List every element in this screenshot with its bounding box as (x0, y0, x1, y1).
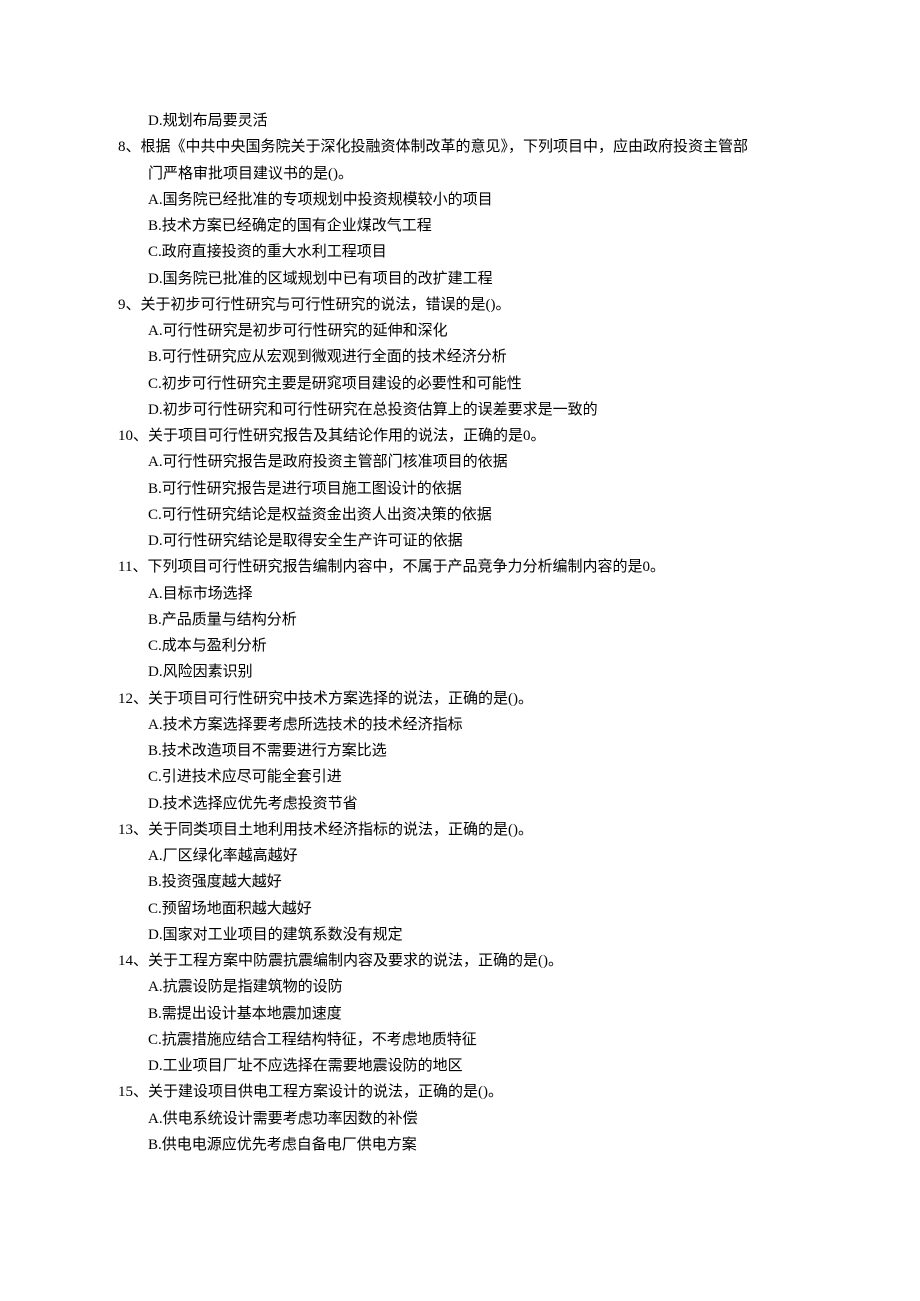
option-a: A.技术方案选择要考虑所选技术的技术经济指标 (118, 712, 802, 738)
question-number: 11、 (118, 559, 147, 575)
question-number: 10、 (118, 428, 148, 444)
question-9: 9、关于初步可行性研究与可行性研究的说法，错误的是()。 (118, 292, 802, 318)
question-11: 11、下列项目可行性研究报告编制内容中，不属于产品竞争力分析编制内容的是0。 (118, 554, 802, 580)
question-stem: 关于初步可行性研究与可行性研究的说法，错误的是()。 (141, 297, 511, 313)
option-d: D.国家对工业项目的建筑系数没有规定 (118, 922, 802, 948)
question-number: 8、 (118, 139, 141, 155)
option-c: C.政府直接投资的重大水利工程项目 (118, 239, 802, 265)
option-d: D.风险因素识别 (118, 659, 802, 685)
option-b: B.技术改造项目不需要进行方案比选 (118, 738, 802, 764)
question-10: 10、关于项目可行性研究报告及其结论作用的说法，正确的是0。 (118, 423, 802, 449)
question-12: 12、关于项目可行性研究中技术方案选择的说法，正确的是()。 (118, 686, 802, 712)
option-c: C.抗震措施应结合工程结构特征，不考虑地质特征 (118, 1027, 802, 1053)
option-a: A.厂区绿化率越高越好 (118, 843, 802, 869)
question-stem: 关于同类项目土地利用技术经济指标的说法，正确的是()。 (148, 822, 533, 838)
option-c: C.引进技术应尽可能全套引进 (118, 764, 802, 790)
option-c: C.预留场地面积越大越好 (118, 896, 802, 922)
option-b: B.技术方案已经确定的国有企业煤改气工程 (118, 213, 802, 239)
option-a: A.供电系统设计需要考虑功率因数的补偿 (118, 1106, 802, 1132)
question-number: 15、 (118, 1084, 148, 1100)
option-d: D.技术选择应优先考虑投资节省 (118, 791, 802, 817)
option-a: A.可行性研究报告是政府投资主管部门核准项目的依据 (118, 449, 802, 475)
question-number: 9、 (118, 297, 141, 313)
question-stem: 关于建设项目供电工程方案设计的说法，正确的是()。 (148, 1084, 503, 1100)
option-d: D.工业项目厂址不应选择在需要地震设防的地区 (118, 1053, 802, 1079)
option-d: D.可行性研究结论是取得安全生产许可证的依据 (118, 528, 802, 554)
question-8: 8、根据《中共中央国务院关于深化投融资体制改革的意见》，下列项目中，应由政府投资… (118, 134, 802, 160)
option-b: B.可行性研究应从宏观到微观进行全面的技术经济分析 (118, 344, 802, 370)
orphan-option-d: D.规划布局要灵活 (118, 108, 802, 134)
question-number: 13、 (118, 822, 148, 838)
question-stem: 关于项目可行性研究中技术方案选择的说法，正确的是()。 (148, 691, 533, 707)
question-13: 13、关于同类项目土地利用技术经济指标的说法，正确的是()。 (118, 817, 802, 843)
option-a: A.可行性研究是初步可行性研究的延伸和深化 (118, 318, 802, 344)
option-c: C.可行性研究结论是权益资金出资人出资决策的依据 (118, 502, 802, 528)
page-content: D.规划布局要灵活 8、根据《中共中央国务院关于深化投融资体制改革的意见》，下列… (0, 0, 920, 1301)
option-b: B.投资强度越大越好 (118, 869, 802, 895)
option-b: B.可行性研究报告是进行项目施工图设计的依据 (118, 476, 802, 502)
option-d: D.初步可行性研究和可行性研究在总投资估算上的误差要求是一致的 (118, 397, 802, 423)
question-15: 15、关于建设项目供电工程方案设计的说法，正确的是()。 (118, 1079, 802, 1105)
question-number: 12、 (118, 691, 148, 707)
question-stem: 关于工程方案中防震抗震编制内容及要求的说法，正确的是()。 (148, 953, 563, 969)
question-stem: 下列项目可行性研究报告编制内容中，不属于产品竞争力分析编制内容的是0。 (147, 559, 665, 575)
option-d: D.国务院已批准的区域规划中已有项目的改扩建工程 (118, 266, 802, 292)
question-number: 14、 (118, 953, 148, 969)
question-stem: 关于项目可行性研究报告及其结论作用的说法，正确的是0。 (148, 428, 546, 444)
option-b: B.产品质量与结构分析 (118, 607, 802, 633)
option-a: A.国务院已经批准的专项规划中投资规模较小的项目 (118, 187, 802, 213)
question-stem: 根据《中共中央国务院关于深化投融资体制改革的意见》，下列项目中，应由政府投资主管… (141, 139, 749, 155)
option-b: B.需提出设计基本地震加速度 (118, 1001, 802, 1027)
option-c: C.成本与盈利分析 (118, 633, 802, 659)
question-stem-continuation: 门严格审批项目建议书的是()。 (118, 161, 802, 187)
option-b: B.供电电源应优先考虑自备电厂供电方案 (118, 1132, 802, 1158)
option-a: A.目标市场选择 (118, 581, 802, 607)
question-14: 14、关于工程方案中防震抗震编制内容及要求的说法，正确的是()。 (118, 948, 802, 974)
option-c: C.初步可行性研究主要是研窕项目建设的必要性和可能性 (118, 371, 802, 397)
option-a: A.抗震设防是指建筑物的设防 (118, 974, 802, 1000)
